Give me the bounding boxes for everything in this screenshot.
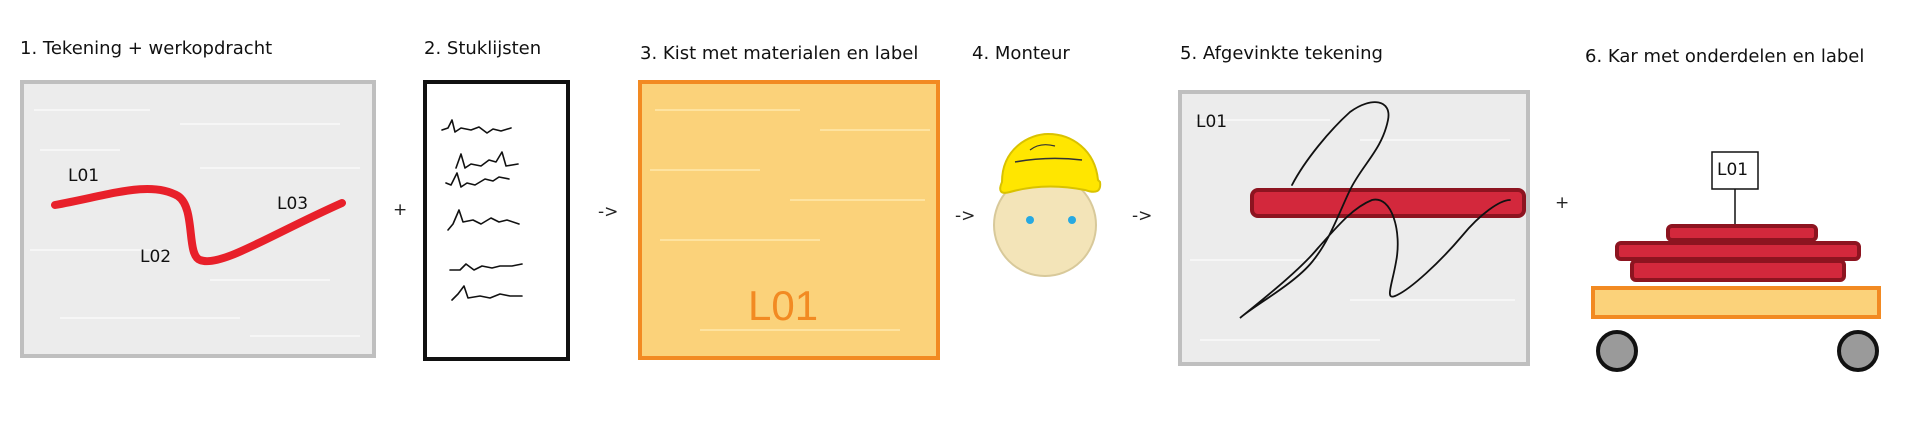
cart-part-top — [1666, 224, 1818, 242]
parts-cart — [1591, 151, 1881, 372]
cart-part-middle — [1615, 241, 1861, 261]
cart-part-bottom — [1630, 259, 1846, 282]
cart-wheel-right — [1837, 330, 1879, 372]
cart-wheel-left — [1596, 330, 1638, 372]
cart-platform — [1591, 286, 1881, 319]
cart-label: L01 — [1717, 160, 1749, 180]
